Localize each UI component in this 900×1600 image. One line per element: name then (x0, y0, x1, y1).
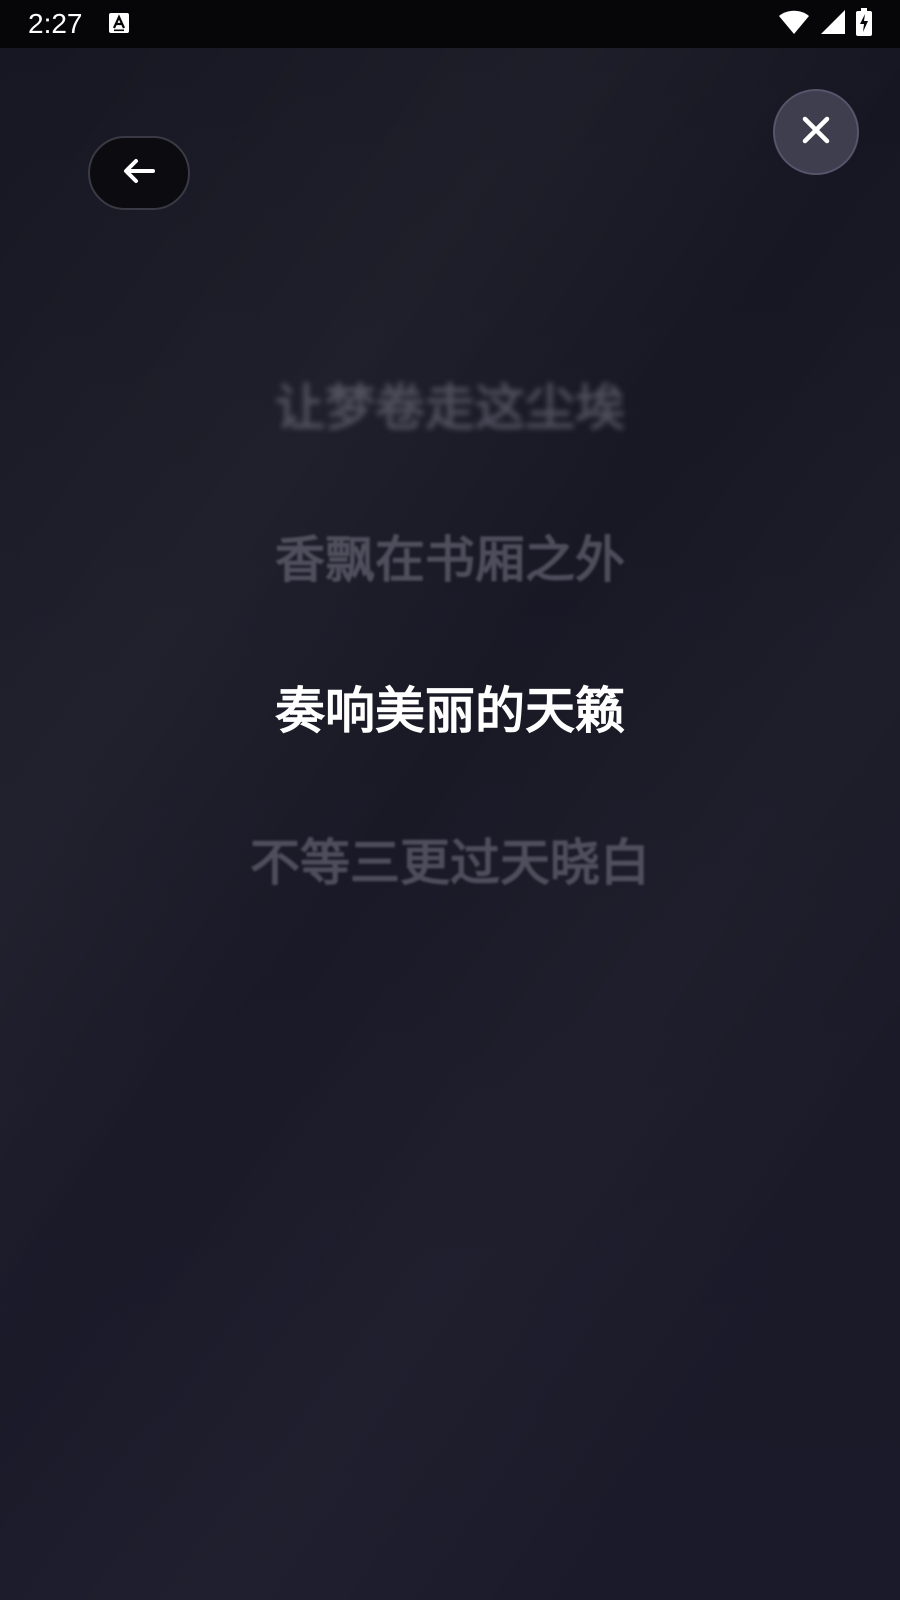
lyric-line: 让梦卷走这尘埃 (275, 379, 625, 437)
lyric-line: 不等三更过天晓白 (250, 834, 650, 892)
lyrics-screen: 2:27 让梦卷走这尘埃 香飘在书厢之外 奏响美丽的天籁 不等三更过天晓白 (0, 0, 900, 1600)
lyric-line-current: 奏响美丽的天籁 (275, 682, 625, 740)
lyrics-list[interactable]: 让梦卷走这尘埃 香飘在书厢之外 奏响美丽的天籁 不等三更过天晓白 (0, 0, 900, 1600)
lyric-line: 香飘在书厢之外 (275, 531, 625, 589)
